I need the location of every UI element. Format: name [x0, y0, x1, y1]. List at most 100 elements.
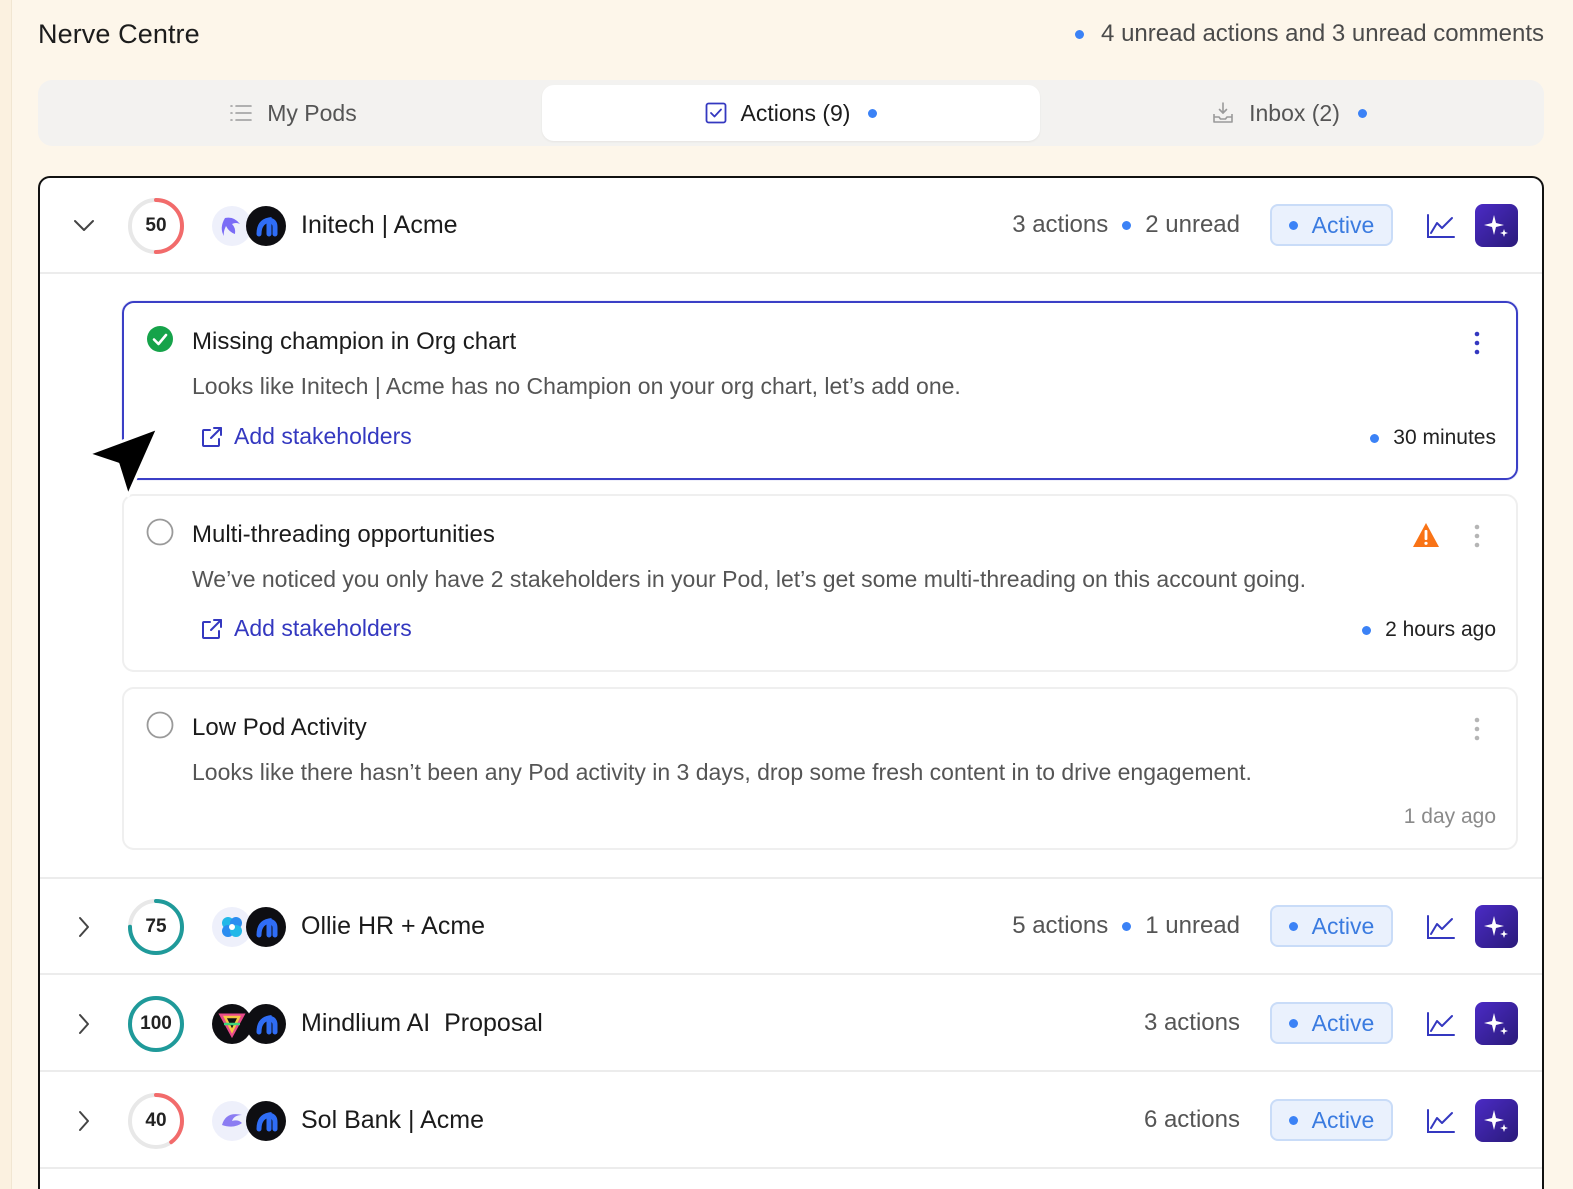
health-score: 50: [126, 196, 186, 256]
external-link-icon: [202, 426, 222, 447]
pod-action-count: 6 actions: [1143, 1106, 1240, 1133]
page-title: Nerve Centre: [38, 18, 200, 49]
checkbox-icon: [705, 102, 726, 124]
status-badge[interactable]: Active: [1270, 1099, 1393, 1141]
sparkle-icon: [1483, 1012, 1508, 1035]
action-card[interactable]: Missing champion in Org chart Looks like…: [122, 301, 1518, 480]
action-card[interactable]: Low Pod Activity Looks like there hasn’t…: [122, 687, 1518, 850]
unread-dot-icon: [1362, 625, 1372, 635]
add-stakeholders-link[interactable]: Add stakeholders: [200, 615, 412, 642]
add-stakeholders-label: Add stakeholders: [234, 615, 412, 641]
action-title: Multi-threading opportunities: [192, 521, 495, 548]
pod-actions-list: Missing champion in Org chart Looks like…: [40, 274, 1542, 879]
chevron-right-icon[interactable]: [70, 1107, 98, 1135]
tab-my-pods[interactable]: My Pods: [44, 85, 542, 141]
company-logos: [212, 206, 290, 246]
action-title: Low Pod Activity: [192, 714, 367, 741]
chevron-down-icon[interactable]: [70, 212, 98, 240]
pod-row-mindlium[interactable]: 100 Mindlium AI Proposal 3 actions Activ…: [40, 976, 1542, 1072]
more-options-icon[interactable]: [1474, 717, 1480, 741]
status-badge[interactable]: Active: [1270, 905, 1393, 947]
more-options-icon[interactable]: [1474, 331, 1480, 355]
pod-meta: 3 actions 2 unread: [1012, 211, 1240, 239]
pod-name[interactable]: Sol Bank | Acme: [301, 1106, 484, 1135]
status-dot-icon: [1288, 921, 1298, 931]
add-stakeholders-link[interactable]: Add stakeholders: [200, 423, 412, 450]
status-dot-icon: [1288, 1018, 1298, 1028]
sparkle-icon: [1483, 1109, 1508, 1132]
ai-sparkle-button[interactable]: [1475, 905, 1518, 948]
unread-dot-icon: [1122, 220, 1132, 230]
action-card[interactable]: Multi-threading opportunities We’ve noti…: [122, 494, 1518, 672]
pod-row-ollie-hr[interactable]: 75 Ollie HR + Acme 5 actions 1 unread Ac…: [40, 879, 1542, 975]
action-time: 1 day ago: [1404, 805, 1496, 829]
completed-check-icon[interactable]: [146, 325, 174, 353]
ai-sparkle-button[interactable]: [1475, 204, 1518, 247]
health-score-value: 75: [145, 916, 167, 937]
acme-logo-icon: [246, 1101, 286, 1141]
action-description: Looks like there hasn’t been any Pod act…: [192, 759, 1252, 785]
action-time: 2 hours ago: [1362, 618, 1496, 642]
analytics-chart-icon[interactable]: [1424, 910, 1458, 944]
pod-unread-count: 2 unread: [1145, 211, 1240, 238]
company-logos: [212, 907, 290, 947]
analytics-chart-icon[interactable]: [1424, 1104, 1458, 1138]
chevron-right-icon[interactable]: [70, 913, 98, 941]
health-score-value: 50: [145, 215, 167, 236]
mouse-pointer-icon: [86, 426, 160, 498]
pod-name[interactable]: Initech | Acme: [301, 211, 458, 240]
tab-inbox[interactable]: Inbox (2): [1040, 85, 1538, 141]
pod-name[interactable]: Mindlium AI Proposal: [301, 1009, 543, 1038]
action-time-label: 30 minutes: [1393, 426, 1496, 449]
analytics-chart-icon[interactable]: [1424, 209, 1458, 243]
pod-name[interactable]: Ollie HR + Acme: [301, 912, 485, 941]
pod-meta: 6 actions: [1144, 1106, 1240, 1134]
tab-my-pods-label: My Pods: [267, 99, 357, 126]
acme-logo-icon: [246, 1004, 286, 1044]
more-options-icon[interactable]: [1474, 524, 1480, 548]
action-time-label: 1 day ago: [1403, 805, 1496, 828]
status-label: Active: [1311, 912, 1375, 939]
action-title: Missing champion in Org chart: [192, 328, 517, 355]
unread-summary: 4 unread actions and 3 unread comments: [1075, 20, 1544, 48]
pod-row-sol-bank[interactable]: 40 Sol Bank | Acme 6 actions Active: [40, 1073, 1542, 1169]
tab-inbox-unread-dot: [1357, 108, 1367, 118]
header: Nerve Centre 4 unread actions and 3 unre…: [38, 14, 1544, 54]
list-icon: [230, 105, 253, 121]
action-description: We’ve noticed you only have 2 stakeholde…: [192, 566, 1307, 592]
pods-panel: 50 Initech | Acme 3 actions 2 unread Act…: [38, 176, 1544, 1189]
company-logos: [212, 1101, 290, 1141]
action-time-label: 2 hours ago: [1385, 618, 1496, 641]
analytics-chart-icon[interactable]: [1424, 1007, 1458, 1041]
health-score-value: 40: [145, 1110, 167, 1131]
left-edge: [0, 0, 12, 1189]
action-time: 30 minutes: [1370, 426, 1496, 450]
ai-sparkle-button[interactable]: [1475, 1099, 1518, 1142]
health-score: 40: [126, 1091, 186, 1151]
pod-action-count: 5 actions: [1012, 912, 1109, 939]
ai-sparkle-button[interactable]: [1475, 1002, 1518, 1045]
status-label: Active: [1311, 211, 1375, 238]
add-stakeholders-label: Add stakeholders: [234, 423, 412, 449]
tab-actions[interactable]: Actions (9): [542, 85, 1040, 141]
tab-inbox-label: Inbox (2): [1249, 99, 1340, 126]
incomplete-circle-icon[interactable]: [146, 518, 174, 546]
health-score-value: 100: [140, 1013, 172, 1034]
status-badge[interactable]: Active: [1270, 1002, 1393, 1044]
health-score: 75: [126, 897, 186, 957]
pod-action-count: 3 actions: [1012, 211, 1109, 238]
pod-row-initech[interactable]: 50 Initech | Acme 3 actions 2 unread Act…: [40, 178, 1542, 274]
status-badge[interactable]: Active: [1270, 204, 1393, 246]
acme-logo-icon: [246, 907, 286, 947]
unread-dot-icon: [1370, 433, 1380, 443]
inbox-icon: [1213, 102, 1233, 123]
pod-unread-count: 1 unread: [1145, 912, 1240, 939]
unread-summary-text: 4 unread actions and 3 unread comments: [1101, 20, 1544, 47]
status-label: Active: [1311, 1009, 1375, 1036]
unread-dot-icon: [1075, 29, 1085, 39]
pod-meta: 3 actions: [1144, 1009, 1240, 1037]
incomplete-circle-icon[interactable]: [146, 711, 174, 739]
chevron-right-icon[interactable]: [70, 1010, 98, 1038]
status-label: Active: [1311, 1106, 1375, 1133]
pod-meta: 5 actions 1 unread: [1012, 912, 1240, 940]
